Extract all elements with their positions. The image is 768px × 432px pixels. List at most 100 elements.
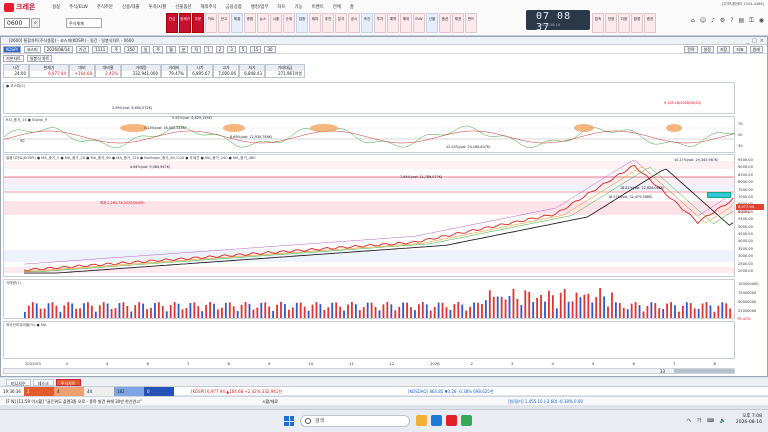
- maximize-icon[interactable]: □: [752, 38, 757, 44]
- quick-tile[interactable]: 테마: [309, 13, 321, 33]
- toolbar2-item[interactable]: 기본차트: [3, 54, 24, 62]
- quick-tile[interactable]: 잔고: [218, 13, 230, 33]
- quick-tile[interactable]: 업종: [296, 13, 308, 33]
- minimize-icon[interactable]: _: [747, 38, 750, 44]
- quick-tile[interactable]: 현재가: [179, 13, 191, 33]
- tab-mini-index[interactable]: 미니지수: [6, 378, 31, 386]
- toolbar-item[interactable]: 30: [264, 45, 276, 53]
- menu-item[interactable]: 차트: [277, 4, 285, 10]
- indicator-button[interactable]: 지표: [733, 46, 747, 53]
- strategy-button[interactable]: 전략: [684, 46, 698, 53]
- menu-item[interactable]: 기능: [295, 4, 303, 10]
- quick-tile[interactable]: 투자: [374, 13, 386, 33]
- taskbar-search[interactable]: 검색: [300, 415, 410, 427]
- toolbar-item[interactable]: 틱: [191, 45, 202, 53]
- account-select[interactable]: 주식체계: [66, 18, 102, 28]
- menu-item[interactable]: 주식주문: [97, 4, 113, 10]
- file-explorer-icon[interactable]: [416, 415, 427, 426]
- creon-app-icon[interactable]: [446, 415, 457, 426]
- quick-tile[interactable]: 종합: [244, 13, 256, 33]
- print-icon[interactable]: ▤: [739, 17, 745, 25]
- news-ticker[interactable]: [F N] [11:59 이시황] "골든위도 플랜3종 오로 - 종목 발견 …: [0, 396, 768, 405]
- quick-tile[interactable]: ELW: [413, 13, 425, 33]
- settings-button[interactable]: 설정: [700, 46, 714, 53]
- quick-tile[interactable]: 시황: [270, 13, 282, 33]
- right-tile[interactable]: 증권: [644, 13, 656, 33]
- menu-item[interactable]: 뱅킹/업무: [251, 4, 269, 10]
- menu-item[interactable]: 금융상품: [226, 4, 242, 10]
- chrome-icon[interactable]: [461, 415, 472, 426]
- toolbar-item[interactable]: 350: [124, 45, 138, 53]
- menu-item[interactable]: 전체: [333, 4, 341, 10]
- lock-icon[interactable]: ⚿: [749, 17, 754, 25]
- scroll-thumb[interactable]: [674, 369, 734, 373]
- toolbar-item[interactable]: 2026/08/14: [43, 45, 73, 53]
- toolbar-item[interactable]: 기간: [75, 45, 90, 53]
- quick-tile[interactable]: 관심: [166, 13, 178, 33]
- alarm-icon[interactable]: ♪: [711, 17, 715, 25]
- toolbar-item[interactable]: 1: [204, 45, 213, 53]
- help-icon[interactable]: ?: [730, 17, 733, 25]
- price-pane[interactable]: 일봉식차트(KOSPI) ● MA_종가_5 ● MA_종가_20 ● MA_종…: [3, 101, 735, 311]
- quick-tile[interactable]: 뉴스: [257, 13, 269, 33]
- right-tile[interactable]: 환경: [631, 13, 643, 33]
- screen-code-input[interactable]: 0600: [4, 18, 30, 28]
- toolbar-item[interactable]: 주: [111, 45, 122, 53]
- save-button[interactable]: 저장: [716, 46, 731, 53]
- quick-tile[interactable]: 추천: [322, 13, 334, 33]
- quick-tile[interactable]: 체결: [231, 13, 243, 33]
- foreign-pane[interactable]: 외국인보유비율(%) ● MA: [3, 321, 735, 359]
- volume-pane[interactable]: 거래량(1): [3, 279, 735, 319]
- toolbar-item[interactable]: KOSPI: [3, 45, 21, 53]
- toolbar-item[interactable]: 1111: [92, 45, 109, 53]
- quick-tile[interactable]: 해외: [400, 13, 412, 33]
- menu-item[interactable]: 선물옵션: [175, 4, 191, 10]
- menu-item[interactable]: 투자/시황: [149, 4, 167, 10]
- toolbar-item[interactable]: 5: [238, 45, 248, 53]
- taskbar-clock[interactable]: 오후 7:08 2026-08-16: [736, 414, 762, 426]
- toolbar2-item[interactable]: 일봉식 차트: [26, 54, 53, 62]
- toolbar-item[interactable]: 3: [227, 45, 236, 53]
- menu-item[interactable]: 주식/ELW: [69, 4, 88, 10]
- search-icon[interactable]: ⌕: [31, 18, 40, 28]
- toolbar-item[interactable]: 코스피: [23, 45, 41, 53]
- system-tray[interactable]: へ 가 ⌨ 🔊: [686, 417, 728, 424]
- quick-tile[interactable]: 예약: [387, 13, 399, 33]
- right-tile[interactable]: 다음: [618, 13, 630, 33]
- quick-tile[interactable]: 순위: [283, 13, 295, 33]
- quick-tile[interactable]: 주문: [192, 13, 204, 33]
- menu-item[interactable]: 이벤트: [312, 4, 324, 10]
- chart-scrollbar[interactable]: 33: [3, 368, 735, 374]
- quick-tile[interactable]: 옵션: [439, 13, 451, 33]
- home-icon[interactable]: ⌂: [691, 17, 695, 25]
- windows-start-icon[interactable]: [284, 416, 294, 426]
- tab-stock-chart[interactable]: 주식차트: [55, 378, 81, 386]
- toolbar-item[interactable]: 주: [153, 45, 164, 53]
- menu-item[interactable]: 해외주식: [200, 4, 216, 10]
- quick-tile[interactable]: 차트: [205, 13, 217, 33]
- rsi-pane[interactable]: RSI_종가_14 ● Signal_9 50: [3, 116, 735, 153]
- toolbar-item[interactable]: 15: [250, 45, 262, 53]
- right-tile[interactable]: 전광: [605, 13, 617, 33]
- right-tile[interactable]: 접속: [592, 13, 604, 33]
- restore-button[interactable]: 원래: [749, 46, 763, 53]
- menu-item[interactable]: 신용/대출: [122, 4, 140, 10]
- quick-tile[interactable]: 조건: [361, 13, 373, 33]
- toolbar-item[interactable]: 일: [140, 45, 151, 53]
- toolbar-item[interactable]: 분: [178, 45, 189, 53]
- toolbar-item[interactable]: 월: [166, 45, 176, 53]
- menu-item[interactable]: 홈: [350, 4, 354, 10]
- user-icon[interactable]: ☺: [700, 17, 706, 25]
- toolbar-item[interactable]: 2: [215, 45, 225, 53]
- close-icon[interactable]: ×: [760, 38, 764, 44]
- quick-tile[interactable]: 펀드: [465, 13, 477, 33]
- quick-tile[interactable]: 채권: [452, 13, 464, 33]
- tab-desk[interactable]: 데스크: [32, 378, 54, 386]
- quick-tile[interactable]: 선물: [426, 13, 438, 33]
- menu-item[interactable]: 설정: [52, 4, 60, 10]
- quick-tile[interactable]: 공시: [348, 13, 360, 33]
- browser-icon[interactable]: [431, 415, 442, 426]
- settings-icon[interactable]: ⚙: [720, 17, 725, 25]
- quick-tile[interactable]: 분석: [335, 13, 347, 33]
- camera-icon[interactable]: ◉: [759, 17, 764, 25]
